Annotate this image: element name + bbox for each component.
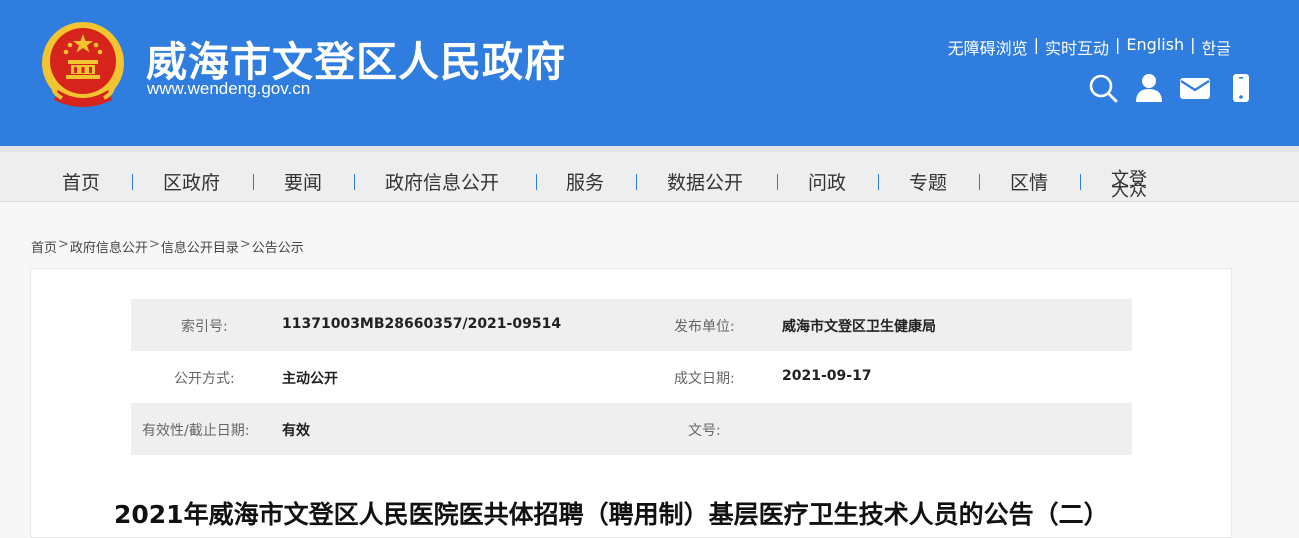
meta-row: 索引号: 11371003MB28660357/2021-09514 发布单位:… — [131, 299, 1132, 351]
breadcrumb-info-catalog[interactable]: 信息公开目录 — [161, 237, 239, 256]
nav-separator — [777, 174, 778, 190]
publisher-value: 威海市文登区卫生健康局 — [782, 319, 936, 335]
nav-separator — [536, 174, 537, 190]
link-separator: | — [1033, 35, 1039, 54]
breadcrumb: 首页 > 政府信息公开 > 信息公开目录 > 公告公示 — [31, 237, 304, 256]
disclosure-method-value: 主动公开 — [282, 371, 338, 387]
breadcrumb-separator: > — [239, 237, 251, 252]
mobile-icon[interactable] — [1223, 71, 1259, 105]
nav-item-info-disclosure[interactable]: 政府信息公开 — [385, 168, 499, 195]
link-separator: | — [1190, 35, 1196, 54]
breadcrumb-home[interactable]: 首页 — [31, 237, 57, 256]
mail-icon[interactable] — [1177, 71, 1213, 105]
publisher-label: 发布单位: — [674, 319, 735, 335]
meta-row: 有效性/截止日期: 有效 文号: — [131, 403, 1132, 455]
interaction-link[interactable]: 实时互动 — [1045, 35, 1109, 59]
validity-value: 有效 — [282, 423, 310, 439]
link-separator: | — [1114, 35, 1121, 54]
top-links: 无障碍浏览 | 实时互动 | English | 한글 — [948, 35, 1231, 59]
site-url: www.wendeng.gov.cn — [147, 79, 311, 98]
index-number-label: 索引号: — [181, 319, 228, 335]
nav-item-services[interactable]: 服务 — [566, 168, 604, 195]
document-meta-table: 索引号: 11371003MB28660357/2021-09514 发布单位:… — [131, 299, 1132, 455]
document-number-label: 文号: — [688, 423, 721, 439]
header-tools — [1085, 71, 1269, 105]
nav-item-open-data[interactable]: 数据公开 — [667, 168, 743, 195]
validity-label: 有效性/截止日期: — [142, 423, 250, 439]
breadcrumb-separator: > — [148, 237, 160, 252]
nav-item-home[interactable]: 首页 — [62, 168, 100, 195]
nav-separator — [132, 174, 133, 190]
nav-separator — [979, 174, 980, 190]
article-title: 2021年威海市文登区人民医院医共体招聘（聘用制）基层医疗卫生技术人员的公告（二… — [114, 500, 1109, 529]
main-nav: 首页 区政府 要闻 政府信息公开 服务 数据公开 问政 专题 区情 文登大众 — [0, 146, 1299, 202]
accessibility-link[interactable]: 无障碍浏览 — [948, 35, 1028, 59]
nav-item-wendeng-dazhong[interactable]: 文登大众 — [1111, 171, 1155, 200]
breadcrumb-info-disclosure[interactable]: 政府信息公开 — [70, 237, 148, 256]
nav-item-district-overview[interactable]: 区情 — [1010, 168, 1048, 195]
document-date-label: 成文日期: — [674, 371, 735, 387]
english-link[interactable]: English — [1126, 35, 1184, 59]
nav-separator — [354, 174, 355, 190]
breadcrumb-announcements[interactable]: 公告公示 — [252, 237, 304, 256]
nav-separator — [1080, 174, 1081, 190]
breadcrumb-separator: > — [58, 237, 69, 252]
content-panel: 索引号: 11371003MB28660357/2021-09514 发布单位:… — [30, 268, 1232, 538]
site-header: 威海市文登区人民政府 www.wendeng.gov.cn 无障碍浏览 | 实时… — [0, 0, 1299, 146]
index-number-value: 11371003MB28660357/2021-09514 — [282, 316, 562, 332]
nav-item-news[interactable]: 要闻 — [284, 168, 322, 195]
nav-item-district-government[interactable]: 区政府 — [163, 168, 220, 195]
disclosure-method-label: 公开方式: — [174, 371, 235, 387]
search-icon[interactable] — [1085, 71, 1121, 105]
document-date-value: 2021-09-17 — [782, 368, 872, 384]
nav-separator — [636, 174, 637, 190]
nav-item-inquiry[interactable]: 问政 — [808, 168, 846, 195]
korean-link[interactable]: 한글 — [1202, 35, 1231, 59]
nav-separator — [878, 174, 879, 190]
user-icon[interactable] — [1131, 71, 1167, 105]
nav-item-topics[interactable]: 专题 — [909, 168, 947, 195]
meta-row: 公开方式: 主动公开 成文日期: 2021-09-17 — [131, 351, 1132, 403]
national-emblem-icon — [42, 22, 124, 107]
nav-separator — [253, 174, 254, 190]
